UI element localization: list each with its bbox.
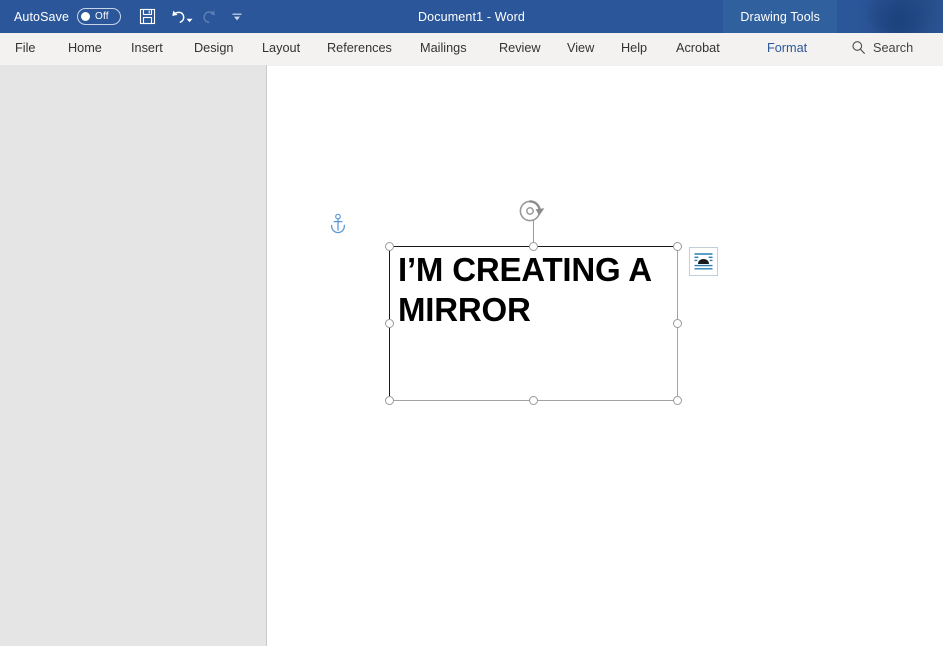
undo-icon xyxy=(171,10,184,23)
tab-acrobat[interactable]: Acrobat xyxy=(676,41,720,55)
anchor-icon xyxy=(330,213,346,234)
redo-button xyxy=(195,3,223,31)
customize-quick-access-toolbar-button[interactable] xyxy=(223,3,251,31)
search-icon xyxy=(852,41,865,54)
tab-file[interactable]: File xyxy=(15,41,35,55)
resize-handle-bottom-center[interactable] xyxy=(528,395,538,405)
title-bar: AutoSave Off Document1 - Word Drawing To… xyxy=(0,0,943,36)
resize-handle-top-right[interactable] xyxy=(672,241,682,251)
rotate-icon xyxy=(519,200,545,222)
tab-review[interactable]: Review xyxy=(499,41,541,55)
autosave-toggle-state: Off xyxy=(95,11,109,22)
undo-button[interactable] xyxy=(161,3,195,31)
tab-home[interactable]: Home xyxy=(68,41,102,55)
tab-insert[interactable]: Insert xyxy=(131,41,163,55)
page-top-edge xyxy=(267,65,943,66)
save-icon xyxy=(139,8,155,25)
search-box[interactable]: Search xyxy=(851,40,913,55)
autosave-toggle[interactable]: Off xyxy=(77,8,122,25)
contextual-tab-drawing-tools: Drawing Tools xyxy=(723,0,837,33)
layout-options-button[interactable] xyxy=(689,247,718,276)
autosave-control[interactable]: AutoSave Off xyxy=(14,8,122,25)
redo-icon xyxy=(202,10,215,24)
tab-help[interactable]: Help xyxy=(621,41,647,55)
object-anchor-marker xyxy=(329,213,347,235)
tab-references[interactable]: References xyxy=(327,41,392,55)
resize-handle-bottom-left[interactable] xyxy=(384,395,394,405)
tab-format[interactable]: Format xyxy=(767,41,807,55)
tab-layout[interactable]: Layout xyxy=(262,41,300,55)
tab-mailings[interactable]: Mailings xyxy=(420,41,467,55)
word-application-window: AutoSave Off Document1 - Word Drawing To… xyxy=(0,0,943,646)
ribbon-tab-bar: File Home Insert Design Layout Reference… xyxy=(0,33,943,66)
save-button[interactable] xyxy=(133,3,161,31)
resize-handle-middle-right[interactable] xyxy=(672,318,682,328)
textbox-text[interactable]: I’M CREATING A MIRROR xyxy=(398,250,670,330)
rotation-handle[interactable] xyxy=(517,198,548,224)
resize-handle-top-center[interactable] xyxy=(528,241,538,251)
text-wrapping-icon xyxy=(694,253,713,270)
selected-textbox[interactable]: I’M CREATING A MIRROR xyxy=(384,200,682,405)
autosave-toggle-knob xyxy=(81,12,91,21)
search-label: Search xyxy=(873,40,914,55)
resize-handle-top-left[interactable] xyxy=(384,241,394,251)
resize-handle-middle-left[interactable] xyxy=(384,318,394,328)
tab-design[interactable]: Design xyxy=(194,41,234,55)
autosave-label: AutoSave xyxy=(14,9,70,24)
resize-handle-bottom-right[interactable] xyxy=(672,395,682,405)
left-pane xyxy=(0,65,267,646)
quick-access-toolbar: AutoSave Off xyxy=(0,0,251,33)
chevron-down-icon xyxy=(232,13,242,20)
chevron-down-icon xyxy=(186,18,193,22)
work-area: I’M CREATING A MIRROR xyxy=(0,65,943,646)
tab-view[interactable]: View xyxy=(567,41,594,55)
